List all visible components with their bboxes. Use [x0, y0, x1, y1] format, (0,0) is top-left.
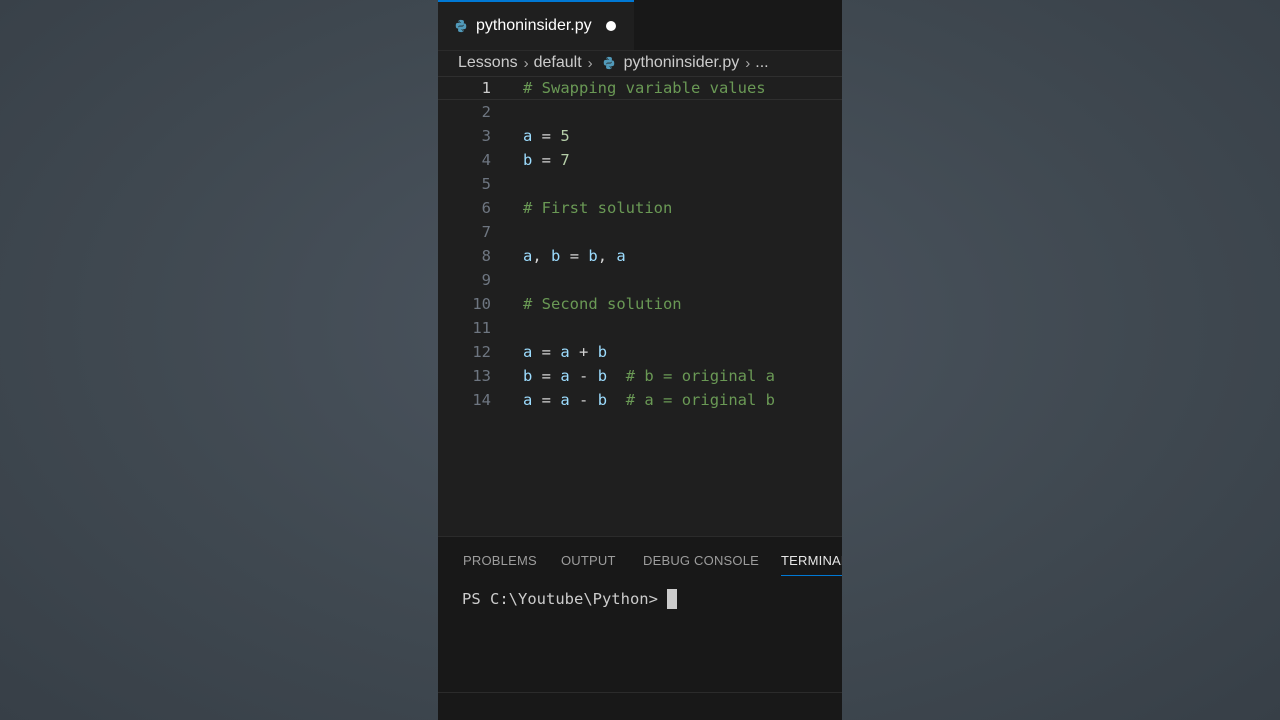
- line-number: 3: [481, 127, 491, 145]
- line-number: 6: [481, 199, 491, 217]
- code-text: b = a - b # b = original a: [523, 364, 775, 388]
- code-line[interactable]: 8 a, b = b, a: [438, 244, 842, 268]
- code-variable: b: [597, 391, 608, 409]
- code-variable: b: [523, 367, 533, 385]
- vscode-window: pythoninsider.py Lessons › default › pyt…: [438, 0, 842, 720]
- line-number: 2: [481, 103, 491, 121]
- code-line[interactable]: 7: [438, 220, 842, 244]
- line-number: 8: [481, 247, 491, 265]
- code-variable: a: [523, 343, 533, 361]
- code-line[interactable]: 14 a = a - b # a = original b: [438, 388, 842, 412]
- code-comment: # First solution: [523, 199, 673, 217]
- unsaved-dot-icon[interactable]: [605, 21, 616, 31]
- code-variable: a: [560, 391, 570, 409]
- line-number: 7: [481, 223, 491, 241]
- code-comment: # Swapping variable values: [523, 79, 766, 97]
- code-line[interactable]: 13 b = a - b # b = original a: [438, 364, 842, 388]
- code-comment: # b = original a: [625, 367, 776, 385]
- code-editor[interactable]: 1 # Swapping variable values 2 3 a = 5 4 b = 7…: [438, 76, 842, 536]
- code-operator: [607, 391, 626, 409]
- code-variable: a: [560, 367, 570, 385]
- code-variable: a: [560, 343, 570, 361]
- code-line[interactable]: 10 # Second solution: [438, 292, 842, 316]
- code-operator: +: [569, 343, 598, 361]
- line-number: 10: [472, 295, 491, 313]
- breadcrumb-item-default[interactable]: default: [534, 54, 582, 72]
- code-line[interactable]: 4 b = 7: [438, 148, 842, 172]
- code-text: b = 7: [523, 148, 570, 172]
- terminal-prompt: PS C:\Youtube\Python>: [462, 590, 658, 608]
- code-text: a, b = b, a: [523, 244, 626, 268]
- code-variable: b: [597, 367, 608, 385]
- code-text: # First solution: [523, 196, 672, 220]
- code-line[interactable]: 5: [438, 172, 842, 196]
- code-text: # Swapping variable values: [523, 77, 766, 99]
- code-variable: b: [523, 151, 533, 169]
- tab-debug-console[interactable]: DEBUG CONSOLE: [643, 553, 759, 568]
- terminal-cursor: [666, 589, 677, 609]
- code-comment: # a = original b: [625, 391, 776, 409]
- code-text: a = a - b # a = original b: [523, 388, 775, 412]
- code-text: # Second solution: [523, 292, 682, 316]
- tab-pythoninsider[interactable]: pythoninsider.py: [438, 0, 634, 50]
- breadcrumb-item-file[interactable]: pythoninsider.py: [624, 54, 740, 72]
- code-variable: b: [588, 247, 598, 265]
- line-number: 11: [472, 319, 491, 337]
- chevron-right-icon: ›: [587, 54, 593, 72]
- chevron-right-icon: ›: [523, 54, 529, 72]
- editor-tab-bar: pythoninsider.py: [438, 0, 842, 51]
- code-operator: ,: [597, 247, 617, 265]
- line-number: 14: [472, 391, 491, 409]
- code-variable: a: [616, 247, 626, 265]
- code-variable: b: [551, 247, 561, 265]
- tab-output[interactable]: OUTPUT: [561, 553, 616, 568]
- terminal[interactable]: PS C:\Youtube\Python>: [462, 589, 677, 609]
- code-operator: =: [532, 391, 561, 409]
- code-line[interactable]: 11: [438, 316, 842, 340]
- bottom-panel: PROBLEMS OUTPUT DEBUG CONSOLE TERMINAL P…: [438, 536, 842, 720]
- breadcrumb: Lessons › default › pythoninsider.py › .…: [458, 52, 842, 74]
- line-number: 1: [481, 79, 491, 97]
- code-line[interactable]: 3 a = 5: [438, 124, 842, 148]
- tab-label: pythoninsider.py: [476, 17, 592, 34]
- code-operator: =: [532, 367, 561, 385]
- python-icon: [455, 19, 467, 33]
- breadcrumb-item-lessons[interactable]: Lessons: [458, 54, 518, 72]
- code-line[interactable]: 9: [438, 268, 842, 292]
- code-operator: =: [532, 343, 561, 361]
- code-variable: a: [523, 127, 533, 145]
- line-number: 13: [472, 367, 491, 385]
- code-line[interactable]: 12 a = a + b: [438, 340, 842, 364]
- code-comment: # Second solution: [523, 295, 682, 313]
- code-number: 5: [560, 127, 570, 145]
- code-variable: a: [523, 247, 533, 265]
- tab-terminal[interactable]: TERMINAL: [781, 553, 842, 576]
- code-operator: -: [569, 391, 598, 409]
- python-icon: [603, 56, 614, 70]
- tab-problems[interactable]: PROBLEMS: [463, 553, 537, 568]
- code-variable: b: [597, 343, 608, 361]
- line-number: 5: [481, 175, 491, 193]
- panel-bottom-strip: [438, 692, 842, 720]
- code-operator: -: [569, 367, 598, 385]
- code-variable: a: [523, 391, 533, 409]
- line-number: 12: [472, 343, 491, 361]
- code-operator: ,: [532, 247, 552, 265]
- code-operator: [607, 367, 626, 385]
- code-line[interactable]: 2: [438, 100, 842, 124]
- line-number: 4: [481, 151, 491, 169]
- breadcrumb-item-symbols[interactable]: ...: [755, 54, 768, 72]
- line-number: 9: [481, 271, 491, 289]
- code-number: 7: [560, 151, 570, 169]
- panel-tabs: PROBLEMS OUTPUT DEBUG CONSOLE TERMINAL: [438, 537, 842, 581]
- code-operator: =: [560, 247, 589, 265]
- code-line[interactable]: 6 # First solution: [438, 196, 842, 220]
- code-text: a = a + b: [523, 340, 607, 364]
- code-line[interactable]: 1 # Swapping variable values: [438, 76, 842, 100]
- chevron-right-icon: ›: [745, 54, 751, 72]
- code-text: a = 5: [523, 124, 570, 148]
- code-operator: =: [532, 127, 561, 145]
- code-operator: =: [532, 151, 561, 169]
